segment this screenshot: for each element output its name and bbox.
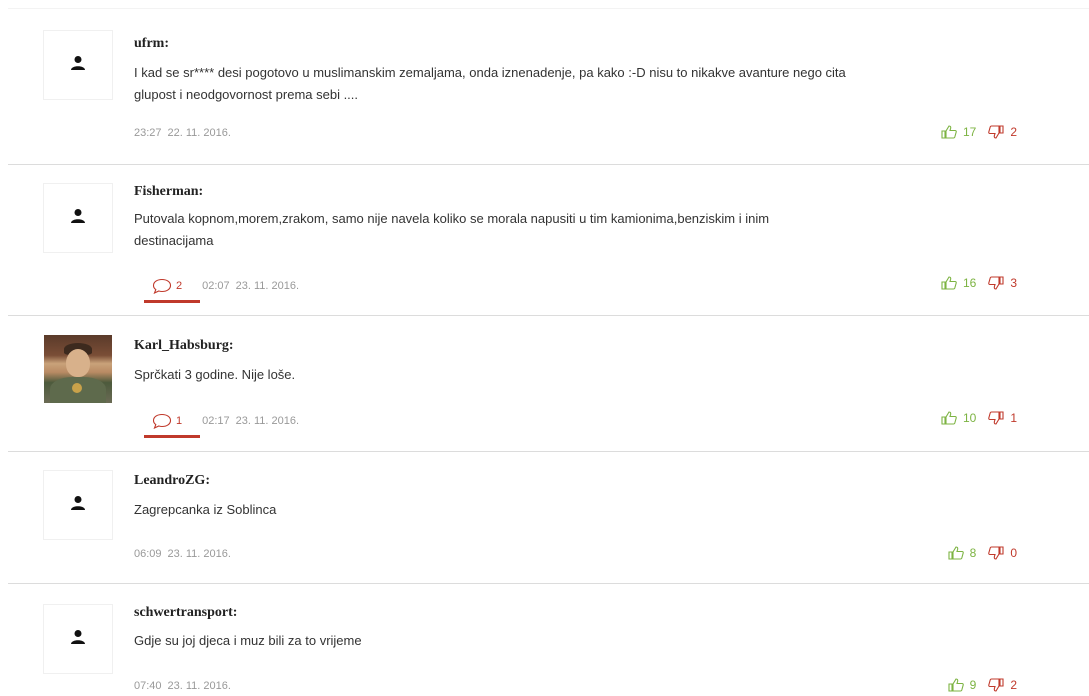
avatar-photo[interactable] — [44, 335, 112, 403]
dislike-count: 1 — [1010, 411, 1017, 425]
comment-divider — [8, 315, 1089, 316]
comment-text-line: Gdje su joj djeca i muz bili za to vrije… — [134, 633, 362, 648]
thumbs-down-icon — [988, 276, 1004, 290]
vote-controls: 8 0 — [948, 546, 1017, 560]
comment-author[interactable]: Fisherman: — [134, 184, 203, 200]
comment-text: Gdje su joj djeca i muz bili za to vrije… — [134, 630, 1034, 652]
like-count: 16 — [962, 276, 977, 290]
comment-text: I kad se sr**** desi pogotovo u musliman… — [134, 62, 1034, 106]
comment-list: ufrm: I kad se sr**** desi pogotovo u mu… — [0, 0, 1089, 696]
like-button[interactable]: 16 — [941, 276, 976, 290]
comment-author[interactable]: LeandroZG: — [134, 473, 210, 489]
vote-controls: 10 1 — [941, 411, 1017, 425]
comment-text: Sprčkati 3 godine. Nije loše. — [134, 364, 1034, 386]
avatar[interactable] — [44, 471, 112, 539]
avatar[interactable] — [44, 31, 112, 99]
comment-meta: 1 02:17 23. 11. 2016. — [144, 413, 300, 438]
comment-text: Zagrepcanka iz Soblinca — [134, 499, 1034, 521]
avatar-face — [66, 349, 90, 377]
like-count: 9 — [969, 678, 977, 692]
dislike-count: 2 — [1010, 125, 1017, 139]
vote-controls: 16 3 — [941, 276, 1017, 290]
comment-meta: 23:27 22. 11. 2016. — [134, 127, 231, 139]
like-count: 17 — [962, 125, 977, 139]
comment-date: 22. 11. 2016. — [167, 127, 231, 139]
replies-count: 1 — [176, 415, 183, 427]
comment-divider — [8, 164, 1089, 165]
speech-bubble-icon — [152, 278, 172, 294]
comment-text-line: glupost i neodgovornost prema sebi .... — [134, 87, 359, 102]
comment-time: 02:17 — [202, 415, 230, 427]
replies-active-underline — [144, 435, 200, 438]
dislike-button[interactable]: 1 — [988, 411, 1017, 425]
like-button[interactable]: 9 — [948, 678, 977, 692]
thumbs-down-icon — [988, 546, 1004, 560]
dislike-button[interactable]: 0 — [988, 546, 1017, 560]
dislike-button[interactable]: 2 — [988, 678, 1017, 692]
comment-text: Putovala kopnom,morem,zrakom, samo nije … — [134, 208, 1034, 252]
person-icon — [71, 496, 85, 510]
person-icon — [71, 630, 85, 644]
top-divider — [8, 8, 1089, 9]
thumbs-down-icon — [988, 678, 1004, 692]
thumbs-up-icon — [948, 546, 964, 560]
dislike-count: 0 — [1010, 546, 1017, 560]
comment-time: 07:40 — [134, 680, 162, 692]
replies-toggle[interactable]: 1 — [144, 413, 200, 438]
avatar[interactable] — [44, 605, 112, 673]
comment-text-line: Sprčkati 3 godine. Nije loše. — [134, 367, 296, 382]
dislike-count: 2 — [1010, 678, 1017, 692]
comment-time: 23:27 — [134, 127, 162, 139]
comment-text-line: I kad se sr**** desi pogotovo u musliman… — [134, 65, 846, 80]
vote-controls: 17 2 — [941, 125, 1017, 139]
comment-text-line: destinacijama — [134, 233, 214, 248]
dislike-button[interactable]: 2 — [988, 125, 1017, 139]
comment-date: 23. 11. 2016. — [167, 548, 231, 560]
like-button[interactable]: 8 — [948, 546, 977, 560]
replies-count: 2 — [176, 280, 183, 292]
comment-author[interactable]: ufrm: — [134, 36, 169, 52]
thumbs-down-icon — [988, 125, 1004, 139]
person-icon — [71, 56, 85, 70]
avatar[interactable] — [44, 184, 112, 252]
like-count: 8 — [969, 546, 977, 560]
comment-date: 23. 11. 2016. — [235, 415, 300, 427]
comment-meta: 06:09 23. 11. 2016. — [134, 548, 231, 560]
avatar-medal — [72, 383, 82, 393]
replies-active-underline — [144, 300, 200, 303]
comment-date: 23. 11. 2016. — [167, 680, 231, 692]
thumbs-up-icon — [941, 276, 957, 290]
comment-author[interactable]: Karl_Habsburg: — [134, 338, 234, 354]
comment-time: 02:07 — [202, 280, 230, 292]
like-button[interactable]: 10 — [941, 411, 976, 425]
comment-meta: 07:40 23. 11. 2016. — [134, 680, 231, 692]
like-count: 10 — [962, 411, 977, 425]
thumbs-up-icon — [941, 411, 957, 425]
speech-bubble-icon — [152, 413, 172, 429]
thumbs-up-icon — [948, 678, 964, 692]
comment-date: 23. 11. 2016. — [235, 280, 300, 292]
thumbs-up-icon — [941, 125, 957, 139]
comment-meta: 2 02:07 23. 11. 2016. — [144, 278, 300, 303]
comment-text-line: Zagrepcanka iz Soblinca — [134, 502, 277, 517]
thumbs-down-icon — [988, 411, 1004, 425]
dislike-count: 3 — [1010, 276, 1017, 290]
dislike-button[interactable]: 3 — [988, 276, 1017, 290]
like-button[interactable]: 17 — [941, 125, 976, 139]
comment-divider — [8, 583, 1089, 584]
replies-toggle[interactable]: 2 — [144, 278, 200, 303]
comment-text-line: Putovala kopnom,morem,zrakom, samo nije … — [134, 211, 770, 226]
person-icon — [71, 209, 85, 223]
comment-author[interactable]: schwertransport: — [134, 605, 237, 621]
comment-divider — [8, 451, 1089, 452]
vote-controls: 9 2 — [948, 678, 1017, 692]
comment-time: 06:09 — [134, 548, 162, 560]
